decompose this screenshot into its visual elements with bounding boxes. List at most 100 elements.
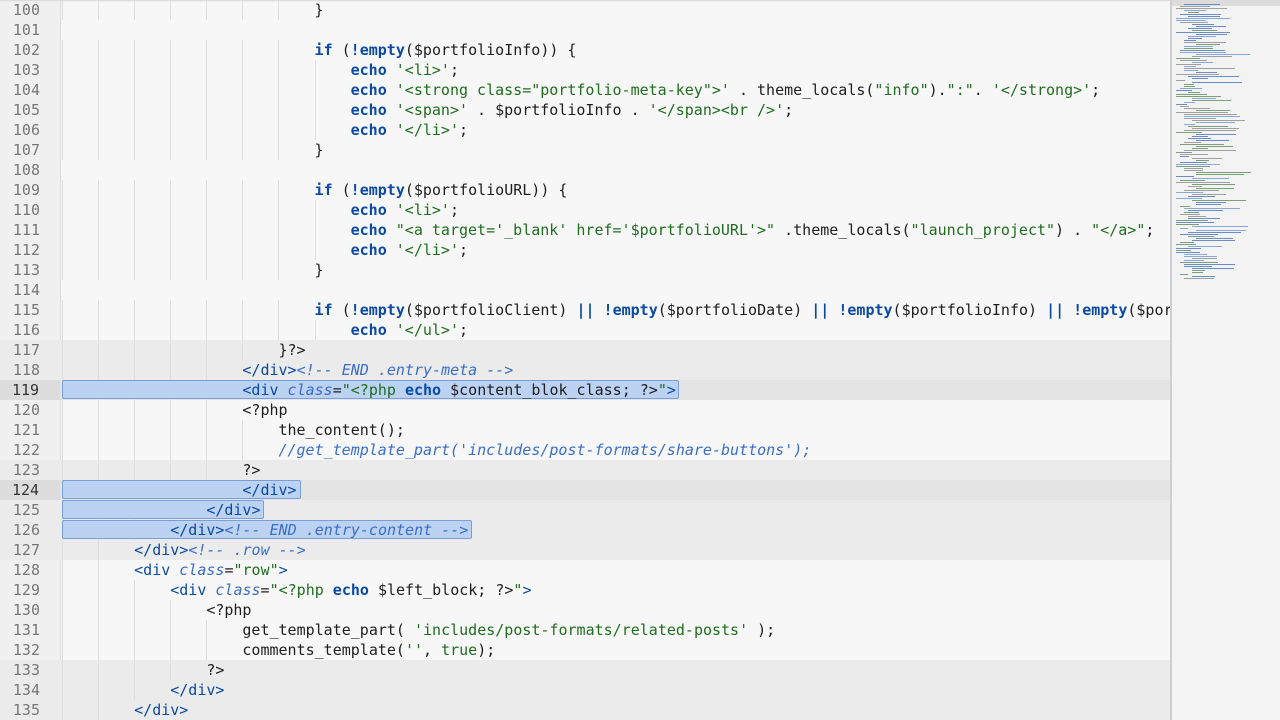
code-line[interactable]: 125 </div> <box>0 500 1170 520</box>
minimap-line <box>1176 250 1191 251</box>
code-line[interactable]: 100} <box>0 0 1170 20</box>
code-line[interactable]: 129 <div class="<?php echo $left_block; ?… <box>0 580 1170 600</box>
code-line[interactable]: 128 <div class="row"> <box>0 560 1170 580</box>
indent-guide <box>134 120 136 140</box>
code-line[interactable]: 116 echo '</ul>'; <box>0 320 1170 340</box>
line-number: 121 <box>12 421 40 439</box>
line-content[interactable]: </div> <box>170 680 224 700</box>
code-line[interactable]: 135 </div> <box>0 700 1170 720</box>
line-content[interactable]: echo '<li>'; <box>351 200 459 220</box>
code-line[interactable]: 123 ?> <box>0 460 1170 480</box>
line-content[interactable]: </div> <box>242 480 296 500</box>
code-line[interactable]: 134 </div> <box>0 680 1170 700</box>
indent-guide <box>314 320 316 340</box>
code-line[interactable]: 112 echo '</li>'; <box>0 240 1170 260</box>
code-line[interactable]: 119 <div class="<?php echo $content_blok_… <box>0 380 1170 400</box>
line-content[interactable]: </div><!-- END .entry-content --> <box>170 520 468 540</box>
line-content[interactable]: if (!empty($portfolioInfo)) { <box>315 40 577 60</box>
code-line[interactable]: 133 ?> <box>0 660 1170 680</box>
indent-guide <box>98 80 100 100</box>
minimap-line <box>1176 18 1230 19</box>
line-content[interactable]: <?php <box>206 600 251 620</box>
indent-guide <box>242 440 244 460</box>
minimap[interactable] <box>1170 0 1280 720</box>
code-area[interactable]: 100} 101 102 if (!empty($portfolioInfo)) {1… <box>0 0 1170 720</box>
code-line[interactable]: 110 echo '<li>'; <box>0 200 1170 220</box>
line-content[interactable]: </div> <box>206 500 260 520</box>
line-content[interactable]: echo '</ul>'; <box>351 320 468 340</box>
minimap-line <box>1180 242 1194 243</box>
line-content[interactable]: echo '</li>'; <box>351 120 468 140</box>
code-line[interactable]: 105 echo '<span>' . $portfolioInfo . '</s… <box>0 100 1170 120</box>
code-line[interactable]: 115 if (!empty($portfolioClient) || !empt… <box>0 300 1170 320</box>
indent-guide <box>98 360 100 380</box>
code-line[interactable]: 106 echo '</li>'; <box>0 120 1170 140</box>
line-content[interactable]: } <box>315 0 324 20</box>
line-number: 131 <box>12 621 40 639</box>
line-content[interactable]: the_content(); <box>278 420 404 440</box>
minimap-line <box>1188 92 1200 93</box>
code-line[interactable]: 124 </div> <box>0 480 1170 500</box>
code-line[interactable]: 126 </div><!-- END .entry-content --> <box>0 520 1170 540</box>
code-line[interactable]: 104 echo '<strong class="portfolio-meta-k… <box>0 80 1170 100</box>
line-content[interactable]: <?php <box>242 400 287 420</box>
code-token: comments_template( <box>242 641 405 659</box>
indent-guide <box>62 700 63 720</box>
code-editor[interactable]: 100} 101 102 if (!empty($portfolioInfo)) {1… <box>0 0 1280 720</box>
code-line[interactable]: 101 <box>0 20 1170 40</box>
line-content[interactable]: echo '<li>'; <box>351 60 459 80</box>
minimap-line <box>1176 58 1200 59</box>
code-line[interactable]: 121 the_content(); <box>0 420 1170 440</box>
indent-guide <box>98 540 100 560</box>
indent-guide <box>170 180 172 200</box>
code-line[interactable]: 130 <?php <box>0 600 1170 620</box>
code-token: get_template_part( <box>242 621 414 639</box>
minimap-line <box>1184 86 1195 87</box>
line-content[interactable]: echo '<strong class="portfolio-meta-key"… <box>351 80 1101 100</box>
minimap-line <box>1188 210 1223 211</box>
line-content[interactable]: if (!empty($portfolioClient) || !empty($… <box>315 300 1170 320</box>
line-content[interactable]: ?> <box>242 460 260 480</box>
code-line[interactable]: 117}?> <box>0 340 1170 360</box>
code-line[interactable]: 127 </div><!-- .row --> <box>0 540 1170 560</box>
code-line[interactable]: 102 if (!empty($portfolioInfo)) { <box>0 40 1170 60</box>
line-content[interactable]: get_template_part( 'includes/post-format… <box>242 620 775 640</box>
code-line[interactable]: 118 </div><!-- END .entry-meta --> <box>0 360 1170 380</box>
indent-guide <box>62 340 63 360</box>
code-line[interactable]: 120 <?php <box>0 400 1170 420</box>
line-content[interactable]: <div class="<?php echo $left_block; ?>"> <box>170 580 531 600</box>
code-line[interactable]: 107} <box>0 140 1170 160</box>
code-line[interactable]: 114 <box>0 280 1170 300</box>
line-content[interactable]: <div class="<?php echo $content_blok_cla… <box>242 380 676 400</box>
line-content[interactable]: echo '<span>' . $portfolioInfo . '</span… <box>351 100 794 120</box>
indent-guide <box>134 660 136 680</box>
line-content[interactable]: </div> <box>134 700 188 720</box>
line-content[interactable]: }?> <box>278 340 305 360</box>
code-line[interactable]: 109 if (!empty($portfolioURL)) { <box>0 180 1170 200</box>
code-token: <div <box>170 581 207 599</box>
indent-guide <box>62 680 63 700</box>
line-content[interactable]: } <box>315 140 324 160</box>
code-line[interactable]: 111 echo "<a target='_blank' href='$portf… <box>0 220 1170 240</box>
indent-guide <box>134 600 136 620</box>
code-line[interactable]: 132 comments_template('', true); <box>0 640 1170 660</box>
code-line[interactable]: 108 <box>0 160 1170 180</box>
code-line[interactable]: 113} <box>0 260 1170 280</box>
code-line[interactable]: 103 echo '<li>'; <box>0 60 1170 80</box>
indent-guide <box>62 640 63 660</box>
indent-guide <box>278 300 280 320</box>
line-content[interactable]: //get_template_part('includes/post-forma… <box>278 440 811 460</box>
line-content[interactable]: if (!empty($portfolioURL)) { <box>315 180 568 200</box>
line-content[interactable]: echo "<a target='_blank' href='$portfoli… <box>351 220 1155 240</box>
code-line[interactable]: 122 //get_template_part('includes/post-fo… <box>0 440 1170 460</box>
line-content[interactable]: echo '</li>'; <box>351 240 468 260</box>
line-content[interactable]: </div><!-- END .entry-meta --> <box>242 360 513 380</box>
line-content[interactable]: <div class="row"> <box>134 560 288 580</box>
indent-guide <box>170 420 172 440</box>
line-content[interactable]: } <box>315 260 324 280</box>
line-content[interactable]: ?> <box>206 660 224 680</box>
code-line[interactable]: 131 get_template_part( 'includes/post-for… <box>0 620 1170 640</box>
line-content[interactable]: </div><!-- .row --> <box>134 540 306 560</box>
line-content[interactable]: comments_template('', true); <box>242 640 495 660</box>
